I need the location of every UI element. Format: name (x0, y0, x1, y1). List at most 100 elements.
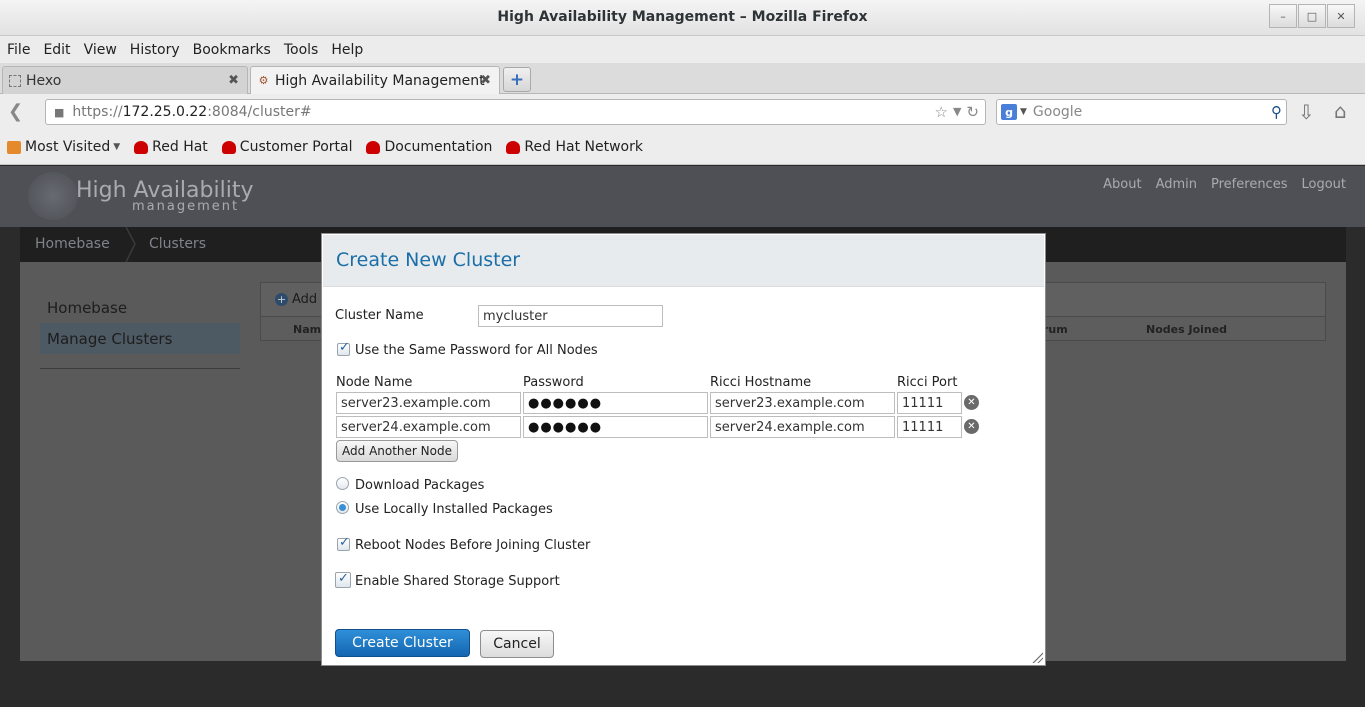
plus-icon: + (275, 293, 288, 306)
download-packages-radio[interactable] (336, 477, 349, 490)
tab-bar: Hexo ✖ ⚙ High Availability Management ✖ … (0, 63, 1365, 94)
add-cluster-button[interactable]: + Add (275, 292, 317, 307)
breadcrumb-homebase[interactable]: Homebase (35, 236, 110, 252)
url-bar[interactable]: ■ https://172.25.0.22:8084/cluster# ☆ ▼ … (45, 99, 986, 125)
redhat-icon (366, 140, 381, 154)
cluster-name-input[interactable]: mycluster (478, 305, 663, 327)
tab-hexo[interactable]: Hexo ✖ (2, 66, 248, 94)
chevron-down-icon[interactable]: ▼ (1020, 107, 1027, 117)
shared-storage-label: Enable Shared Storage Support (355, 574, 560, 589)
url-actions: ☆ ▼ ↻ (935, 103, 980, 121)
tab-high-availability[interactable]: ⚙ High Availability Management ✖ (250, 66, 500, 94)
new-tab-button[interactable]: + (503, 67, 531, 92)
bookmark-red-hat-network[interactable]: Red Hat Network (506, 139, 643, 155)
gear-icon: ⚙ (258, 74, 269, 87)
menu-tools[interactable]: Tools (284, 42, 319, 58)
menu-history[interactable]: History (130, 42, 180, 58)
window-controls: – □ ✕ (1269, 4, 1355, 28)
bookmark-most-visited[interactable]: Most Visited ▼ (7, 139, 120, 155)
menu-view[interactable]: View (84, 42, 117, 58)
search-input[interactable]: Google (1033, 104, 1082, 120)
home-icon[interactable]: ⌂ (1334, 99, 1347, 123)
reboot-nodes-checkbox[interactable]: ✓ (337, 535, 350, 551)
password-input[interactable]: ●●●●●● (523, 392, 708, 414)
column-quorum: rum (1043, 323, 1068, 336)
column-node-name: Node Name (336, 375, 413, 390)
close-icon[interactable]: ✕ (1327, 4, 1355, 28)
create-cluster-button[interactable]: Create Cluster (335, 629, 470, 657)
tab-label: High Availability Management (275, 72, 485, 89)
cancel-button[interactable]: Cancel (480, 630, 554, 658)
admin-link[interactable]: Admin (1156, 177, 1197, 192)
reload-icon[interactable]: ↻ (966, 103, 979, 121)
sidebar: Homebase Manage Clusters (40, 292, 240, 369)
create-cluster-dialog: Create New Cluster Cluster Name mycluste… (321, 233, 1046, 666)
sidebar-item-homebase[interactable]: Homebase (40, 292, 240, 323)
about-link[interactable]: About (1103, 177, 1141, 192)
maximize-icon[interactable]: □ (1298, 4, 1326, 28)
window-titlebar: High Availability Management – Mozilla F… (0, 0, 1365, 36)
redhat-icon (134, 140, 149, 154)
dialog-title: Create New Cluster (336, 249, 521, 271)
menu-edit[interactable]: Edit (43, 42, 70, 58)
column-name: Nam (293, 323, 322, 336)
dialog-header: Create New Cluster (323, 235, 1044, 287)
menu-help[interactable]: Help (331, 42, 363, 58)
same-password-checkbox[interactable]: ✓ (337, 340, 350, 356)
brand: High Availability management (76, 178, 253, 214)
search-icon[interactable]: ⚲ (1271, 103, 1282, 121)
brand-subtitle: management (132, 199, 240, 214)
chevron-down-icon: ▼ (113, 142, 121, 152)
local-packages-radio[interactable] (336, 501, 349, 514)
same-password-label: Use the Same Password for All Nodes (355, 343, 598, 358)
tab-close-icon[interactable]: ✖ (228, 73, 239, 88)
top-links: About Admin Preferences Logout (1103, 177, 1346, 192)
chevron-down-icon[interactable]: ▼ (953, 105, 961, 121)
reboot-nodes-label: Reboot Nodes Before Joining Cluster (355, 538, 591, 553)
ricci-port-input[interactable]: 11111 (897, 392, 962, 414)
bookmark-documentation[interactable]: Documentation (366, 139, 492, 155)
minimize-icon[interactable]: – (1269, 4, 1297, 28)
url-text: https://172.25.0.22:8084/cluster# (72, 104, 312, 120)
ricci-hostname-input[interactable]: server24.example.com (710, 416, 895, 438)
column-password: Password (523, 375, 584, 390)
page-icon (9, 74, 21, 87)
tab-close-icon[interactable]: ✖ (480, 73, 491, 88)
back-icon[interactable]: ❮ (8, 101, 23, 122)
remove-node-icon[interactable]: ✕ (964, 395, 979, 410)
logo-icon (28, 172, 78, 220)
ricci-hostname-input[interactable]: server23.example.com (710, 392, 895, 414)
tab-label: Hexo (26, 72, 62, 89)
bookmark-customer-portal[interactable]: Customer Portal (221, 139, 352, 155)
password-input[interactable]: ●●●●●● (523, 416, 708, 438)
resize-handle-icon[interactable] (1031, 651, 1043, 663)
sidebar-item-manage-clusters[interactable]: Manage Clusters (40, 323, 240, 354)
add-another-node-button[interactable]: Add Another Node (336, 440, 458, 462)
remove-node-icon[interactable]: ✕ (964, 419, 979, 434)
redhat-icon (506, 140, 521, 154)
redhat-icon (221, 140, 236, 154)
breadcrumb-separator (125, 227, 136, 262)
menu-bookmarks[interactable]: Bookmarks (193, 42, 271, 58)
bookmark-red-hat[interactable]: Red Hat (134, 139, 208, 155)
column-ricci-hostname: Ricci Hostname (710, 375, 812, 390)
menu-file[interactable]: File (7, 42, 30, 58)
node-name-input[interactable]: server24.example.com (336, 416, 521, 438)
ricci-port-input[interactable]: 11111 (897, 416, 962, 438)
search-bar[interactable]: g ▼ Google ⚲ (996, 99, 1287, 125)
app-header: High Availability management About Admin… (0, 166, 1365, 227)
shared-storage-checkbox[interactable]: ✓ (335, 571, 351, 588)
breadcrumb-clusters[interactable]: Clusters (149, 236, 206, 252)
star-icon[interactable]: ☆ (935, 103, 948, 121)
local-packages-label: Use Locally Installed Packages (355, 502, 553, 517)
navigation-bar: ❮ ■ https://172.25.0.22:8084/cluster# ☆ … (0, 94, 1365, 130)
lock-icon: ■ (54, 105, 65, 119)
preferences-link[interactable]: Preferences (1211, 177, 1287, 192)
logout-link[interactable]: Logout (1301, 177, 1346, 192)
window-title: High Availability Management – Mozilla F… (497, 9, 868, 25)
download-icon[interactable]: ⇩ (1298, 100, 1315, 124)
folder-icon (7, 140, 21, 154)
column-nodes-joined: Nodes Joined (1146, 323, 1228, 336)
node-name-input[interactable]: server23.example.com (336, 392, 521, 414)
google-icon[interactable]: g (1001, 104, 1017, 120)
